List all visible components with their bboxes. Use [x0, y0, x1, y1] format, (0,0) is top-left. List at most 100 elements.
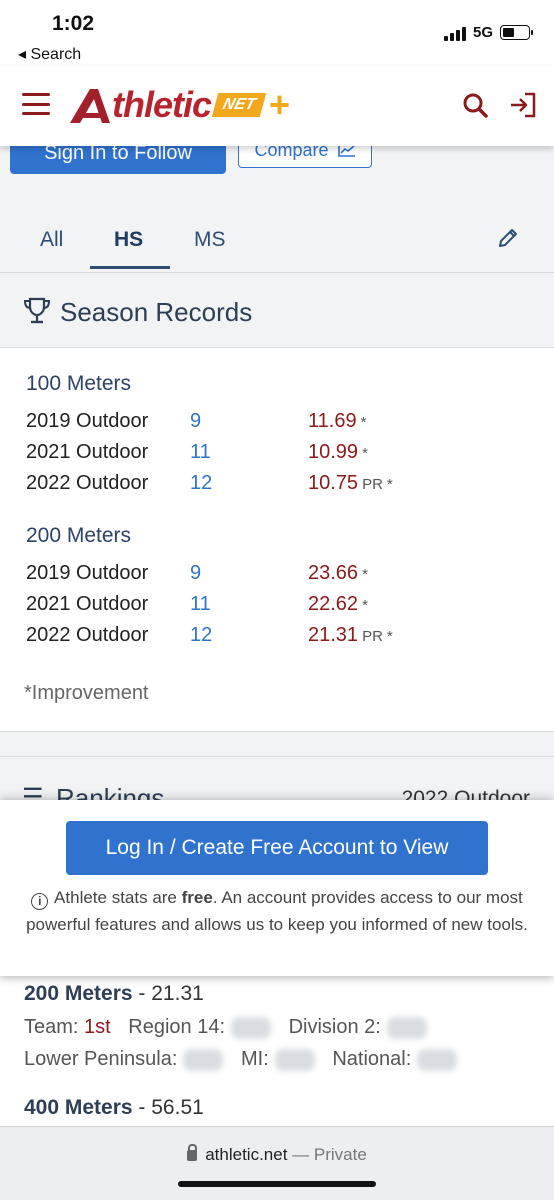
private-mode-label: — Private — [287, 1145, 367, 1164]
event-title: 200 Meters — [26, 524, 132, 547]
record-row: 2019 Outdoor 9 23.66 * — [26, 562, 526, 590]
login-info-text: i Athlete stats are free. An account pro… — [14, 884, 540, 938]
tab-ms[interactable]: MS — [194, 228, 226, 252]
record-season: 2022 Outdoor — [26, 472, 149, 494]
url-display[interactable]: athletic.net — Private — [0, 1144, 554, 1165]
signal-icon — [443, 25, 466, 41]
hidden-rank-value — [417, 1048, 458, 1071]
record-row: 2021 Outdoor 11 22.62 * — [26, 593, 526, 621]
team-rank-label: Team: — [24, 1016, 79, 1038]
record-grade[interactable]: 11 — [190, 593, 211, 616]
ranking-event: 200 Meters - 21.31 — [24, 982, 204, 1006]
mark-value: 22.62 — [308, 593, 359, 615]
mark-value: 23.66 — [308, 562, 359, 584]
login-prompt: Log In / Create Free Account to View i A… — [0, 800, 554, 976]
tab-hs[interactable]: HS — [114, 228, 143, 252]
team-rank-value: 1st — [84, 1016, 111, 1038]
edit-icon[interactable] — [496, 226, 520, 250]
browser-url-bar[interactable]: athletic.net — Private — [0, 1126, 554, 1200]
record-mark[interactable]: 23.66 * — [308, 562, 368, 585]
ranking-event-name: 400 Meters — [24, 1096, 133, 1119]
info-text-part: Athlete stats are — [54, 888, 182, 907]
network-type: 5G — [472, 24, 493, 41]
athletic-net-logo[interactable]: thletic NET + — [68, 84, 290, 126]
record-grade[interactable]: 11 — [190, 441, 211, 464]
ranking-event: 400 Meters - 56.51 — [24, 1096, 204, 1120]
chart-icon — [337, 146, 355, 157]
record-mark[interactable]: 21.31 PR * — [308, 624, 393, 647]
profile-actions: Sign In to Follow Compare — [0, 146, 554, 200]
info-icon: i — [31, 893, 49, 910]
national-rank-label: National: — [332, 1048, 412, 1070]
status-bar: 1:02 ◂ Search 5G — [0, 0, 554, 66]
record-row: 2019 Outdoor 9 11.69 * — [26, 410, 526, 438]
rankings-body: 200 Meters - 21.31 Team: 1st Region 14: … — [0, 976, 554, 1126]
separator: - — [132, 1096, 152, 1119]
improvement-star: * — [362, 597, 368, 614]
improvement-star: * — [386, 628, 393, 645]
pr-badge: PR — [362, 476, 383, 493]
season-records-body: 100 Meters 2019 Outdoor 9 11.69 * 2021 Ou… — [0, 348, 554, 732]
logo-wordmark: thletic — [112, 84, 212, 125]
record-mark[interactable]: 22.62 * — [308, 593, 368, 616]
record-season: 2021 Outdoor — [26, 441, 149, 463]
search-icon[interactable] — [462, 92, 488, 118]
url-domain: athletic.net — [205, 1145, 288, 1164]
login-create-account-button[interactable]: Log In / Create Free Account to View — [66, 821, 488, 875]
compare-button[interactable]: Compare — [238, 146, 372, 168]
level-tabs: All HS MS — [0, 208, 554, 270]
improvement-star: * — [360, 414, 367, 431]
record-season: 2019 Outdoor — [26, 562, 149, 584]
battery-icon — [500, 25, 533, 40]
record-season: 2021 Outdoor — [26, 593, 149, 615]
status-time: 1:02 — [52, 12, 95, 35]
record-grade[interactable]: 9 — [190, 410, 201, 433]
record-grade[interactable]: 12 — [190, 624, 212, 647]
ranking-event-name: 200 Meters — [24, 982, 133, 1005]
lower-peninsula-rank-label: Lower Peninsula: — [24, 1048, 178, 1070]
record-grade[interactable]: 12 — [190, 472, 212, 495]
record-mark[interactable]: 10.75 PR * — [308, 472, 393, 495]
compare-label: Compare — [254, 146, 329, 160]
hidden-rank-value — [274, 1048, 315, 1071]
ranking-line: Lower Peninsula: MI: National: — [24, 1048, 463, 1071]
hidden-rank-value — [183, 1048, 224, 1071]
sign-in-icon[interactable] — [508, 91, 538, 119]
sign-in-to-follow-button[interactable]: Sign In to Follow — [10, 146, 226, 174]
record-grade[interactable]: 9 — [190, 562, 201, 585]
season-records-header: Season Records — [0, 272, 554, 348]
home-indicator[interactable] — [178, 1181, 376, 1187]
event-title: 100 Meters — [26, 372, 132, 395]
improvement-footnote: *Improvement — [24, 682, 149, 704]
ranking-event-mark: 56.51 — [151, 1096, 204, 1119]
record-row: 2021 Outdoor 11 10.99 * — [26, 441, 526, 469]
record-mark[interactable]: 11.69 * — [308, 410, 366, 433]
lock-icon — [187, 1144, 198, 1161]
menu-icon[interactable] — [22, 93, 50, 115]
record-row: 2022 Outdoor 12 21.31 PR * — [26, 624, 526, 652]
improvement-star: * — [362, 445, 368, 462]
trophy-icon — [23, 297, 51, 324]
division-rank-label: Division 2: — [288, 1016, 381, 1038]
record-season: 2022 Outdoor — [26, 624, 149, 646]
mark-value: 10.75 — [308, 472, 359, 494]
info-text-bold: free — [181, 888, 213, 907]
hidden-rank-value — [231, 1016, 272, 1039]
logo-plus-mark: + — [269, 84, 291, 125]
state-rank-label: MI: — [241, 1048, 269, 1070]
record-mark[interactable]: 10.99 * — [308, 441, 368, 464]
status-indicators: 5G — [443, 24, 533, 41]
improvement-star: * — [362, 566, 368, 583]
app-header: thletic NET + — [0, 66, 554, 146]
ranking-event-mark: 21.31 — [151, 982, 204, 1005]
back-to-search-link[interactable]: ◂ Search — [18, 44, 81, 64]
hidden-rank-value — [386, 1016, 427, 1039]
tab-all[interactable]: All — [40, 228, 63, 252]
mark-value: 10.99 — [308, 441, 359, 463]
mark-value: 21.31 — [308, 624, 359, 646]
section-title: Season Records — [60, 297, 253, 327]
improvement-star: * — [386, 476, 393, 493]
ranking-line: Team: 1st Region 14: Division 2: — [24, 1016, 433, 1039]
pr-badge: PR — [362, 628, 383, 645]
logo-net-badge: NET — [211, 93, 267, 117]
